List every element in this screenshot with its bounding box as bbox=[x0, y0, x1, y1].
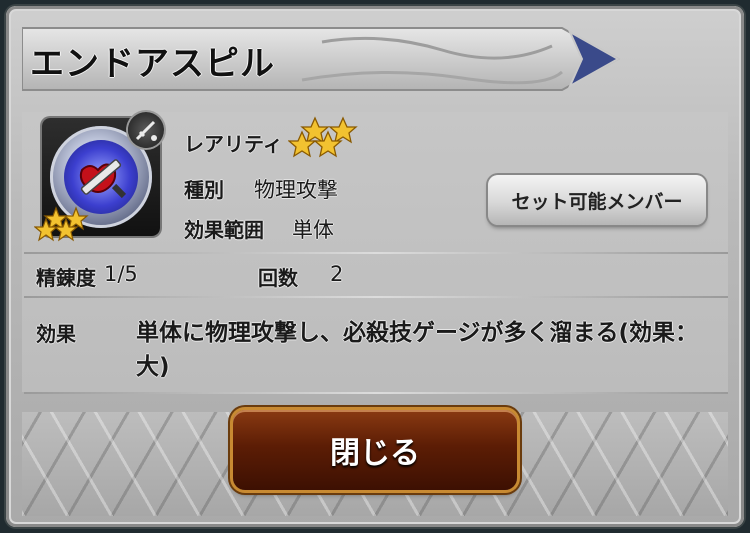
row-divider bbox=[24, 252, 728, 254]
item-title: エンドアスピル bbox=[30, 44, 275, 84]
row-divider bbox=[24, 296, 728, 298]
rarity-label: レアリティ bbox=[184, 132, 283, 156]
type-label: 種別 bbox=[184, 178, 224, 202]
sword-icon bbox=[79, 159, 127, 199]
count-label: 回数 bbox=[258, 266, 298, 290]
close-button[interactable]: 閉じる bbox=[233, 410, 517, 490]
icon-rarity-stars bbox=[34, 206, 89, 242]
title-banner: エンドアスピル bbox=[22, 22, 622, 96]
set-members-button[interactable]: セット可能メンバー bbox=[488, 175, 706, 225]
rarity-stars bbox=[288, 116, 358, 158]
refine-label: 精錬度 bbox=[36, 266, 96, 290]
refine-value: 1/5 bbox=[104, 262, 138, 286]
range-value: 単体 bbox=[292, 218, 334, 242]
effect-label: 効果 bbox=[36, 322, 76, 346]
type-value: 物理攻撃 bbox=[254, 178, 338, 202]
row-divider bbox=[24, 392, 728, 394]
category-badge-icon bbox=[128, 112, 164, 148]
range-label: 効果範囲 bbox=[184, 218, 264, 242]
count-value: 2 bbox=[330, 262, 344, 286]
effect-description: 単体に物理攻撃し、必殺技ゲージが多く溜まる(効果：大) bbox=[136, 320, 699, 380]
dialog-stage: エンドアスピル レアリティ 種別 物理攻撃 効果範囲 単体 セット可能メンバー … bbox=[0, 0, 750, 533]
